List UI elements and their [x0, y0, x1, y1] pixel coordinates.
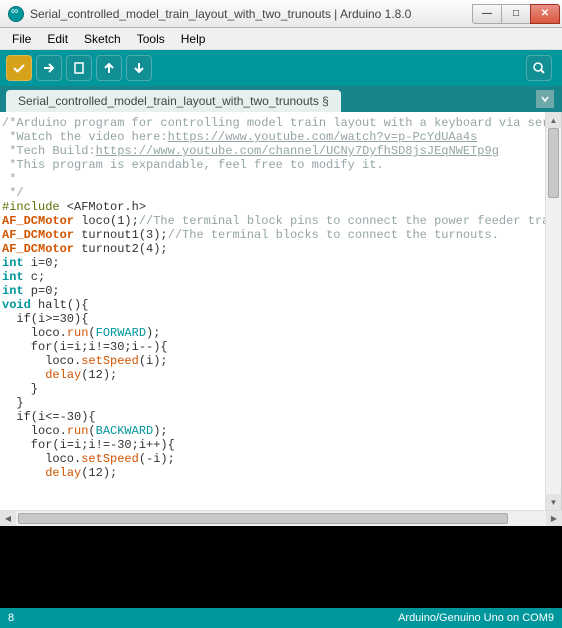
code-token: setSpeed — [81, 452, 139, 466]
code-token: //The terminal block pins to connect the… — [139, 214, 545, 228]
code-token: BACKWARD — [96, 424, 154, 438]
status-board-port: Arduino/Genuino Uno on COM9 — [398, 612, 554, 624]
menu-help[interactable]: Help — [173, 30, 214, 48]
code-line: *Watch the video here: — [2, 130, 168, 144]
code-token: void — [2, 298, 31, 312]
menu-tools[interactable]: Tools — [129, 30, 173, 48]
code-editor[interactable]: /*Arduino program for controlling model … — [0, 112, 545, 510]
code-token: (i); — [139, 354, 168, 368]
code-line: /*Arduino program for controlling model … — [2, 116, 545, 130]
tab-bar: Serial_controlled_model_train_layout_wit… — [0, 86, 562, 112]
code-token: delay — [45, 466, 81, 480]
code-line: */ — [2, 186, 24, 200]
menu-sketch[interactable]: Sketch — [76, 30, 129, 48]
code-token: i=0; — [24, 256, 60, 270]
toolbar — [0, 50, 562, 86]
code-line: * — [2, 172, 16, 186]
scroll-up-arrow-icon[interactable]: ▲ — [546, 112, 561, 128]
menu-file[interactable]: File — [4, 30, 39, 48]
status-line-number: 8 — [8, 612, 398, 624]
code-token: #include — [2, 200, 60, 214]
code-token: (12); — [81, 466, 117, 480]
check-icon — [12, 61, 26, 75]
editor-area: /*Arduino program for controlling model … — [0, 112, 562, 510]
new-sketch-button[interactable] — [66, 55, 92, 81]
code-token: ); — [146, 326, 160, 340]
code-link[interactable]: https://www.youtube.com/channel/UCNy7Dyf… — [96, 144, 499, 158]
code-token: ); — [153, 424, 167, 438]
code-token: (12); — [81, 368, 117, 382]
sketch-tab[interactable]: Serial_controlled_model_train_layout_wit… — [6, 90, 341, 112]
minimize-button[interactable]: — — [472, 4, 502, 24]
scroll-left-arrow-icon[interactable]: ◀ — [0, 511, 16, 526]
code-token — [2, 368, 45, 382]
code-token: ( — [88, 424, 95, 438]
code-token: //The terminal blocks to connect the tur… — [168, 228, 499, 242]
code-token: FORWARD — [96, 326, 146, 340]
magnifier-icon — [532, 61, 546, 75]
code-token: turnout2(4); — [74, 242, 168, 256]
code-line: for(i=i;i!=-30;i++){ — [2, 438, 175, 452]
code-token: p=0; — [24, 284, 60, 298]
code-token: loco(1); — [74, 214, 139, 228]
vertical-scroll-thumb[interactable] — [548, 128, 559, 198]
code-token: loco. — [2, 354, 81, 368]
code-line: } — [2, 382, 38, 396]
code-token: int — [2, 284, 24, 298]
code-token: (-i); — [139, 452, 175, 466]
output-console[interactable] — [0, 526, 562, 608]
code-token: loco. — [2, 452, 81, 466]
menu-edit[interactable]: Edit — [39, 30, 76, 48]
open-sketch-button[interactable] — [96, 55, 122, 81]
code-token: loco. — [2, 326, 67, 340]
code-token: run — [67, 424, 89, 438]
arrow-down-icon — [132, 61, 146, 75]
code-token: AF_DCMotor — [2, 228, 74, 242]
code-line: } — [2, 396, 24, 410]
code-line: for(i=i;i!=30;i--){ — [2, 340, 168, 354]
code-token: run — [67, 326, 89, 340]
maximize-button[interactable]: □ — [501, 4, 531, 24]
code-token: AF_DCMotor — [2, 214, 74, 228]
save-sketch-button[interactable] — [126, 55, 152, 81]
verify-button[interactable] — [6, 55, 32, 81]
code-token: loco. — [2, 424, 67, 438]
code-token: halt(){ — [31, 298, 89, 312]
chevron-down-icon — [540, 94, 550, 104]
upload-button[interactable] — [36, 55, 62, 81]
vertical-scrollbar[interactable]: ▲ ▼ — [545, 112, 561, 510]
scroll-right-arrow-icon[interactable]: ▶ — [546, 511, 562, 526]
window-titlebar: Serial_controlled_model_train_layout_wit… — [0, 0, 562, 28]
code-token — [2, 466, 45, 480]
code-token: turnout1(3); — [74, 228, 168, 242]
code-token: c; — [24, 270, 46, 284]
code-line: if(i<=-30){ — [2, 410, 96, 424]
code-token: ( — [88, 326, 95, 340]
arduino-app-icon — [8, 6, 24, 22]
code-token: AF_DCMotor — [2, 242, 74, 256]
serial-monitor-button[interactable] — [526, 55, 552, 81]
scroll-down-arrow-icon[interactable]: ▼ — [546, 494, 561, 510]
horizontal-scrollbar[interactable]: ◀ ▶ — [0, 510, 562, 526]
menu-bar: File Edit Sketch Tools Help — [0, 28, 562, 50]
code-token: int — [2, 270, 24, 284]
close-button[interactable]: ✕ — [530, 4, 560, 24]
code-line: if(i>=30){ — [2, 312, 88, 326]
code-line: *This program is expandable, feel free t… — [2, 158, 384, 172]
code-token: <AFMotor.h> — [60, 200, 146, 214]
tab-menu-dropdown[interactable] — [536, 90, 554, 108]
window-title: Serial_controlled_model_train_layout_wit… — [30, 7, 473, 21]
code-link[interactable]: https://www.youtube.com/watch?v=p-PcYdUA… — [168, 130, 478, 144]
file-icon — [72, 61, 86, 75]
horizontal-scroll-thumb[interactable] — [18, 513, 508, 524]
status-bar: 8 Arduino/Genuino Uno on COM9 — [0, 608, 562, 628]
code-token: delay — [45, 368, 81, 382]
arrow-up-icon — [102, 61, 116, 75]
code-token: int — [2, 256, 24, 270]
code-token: setSpeed — [81, 354, 139, 368]
horizontal-scroll-track[interactable] — [16, 511, 546, 526]
arrow-right-icon — [42, 61, 56, 75]
code-line: *Tech Build: — [2, 144, 96, 158]
